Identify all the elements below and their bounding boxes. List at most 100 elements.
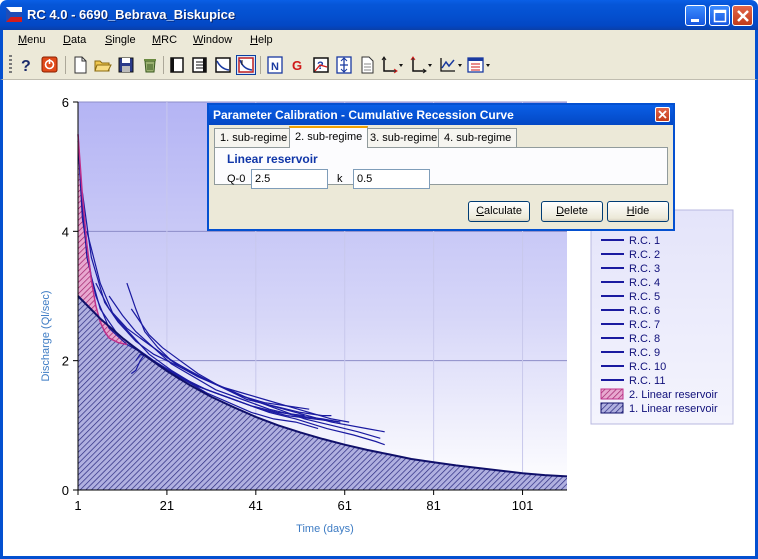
y-tick-label: 6 (62, 95, 69, 110)
new-file-button[interactable] (70, 55, 90, 75)
axes-dropdown-button[interactable] (379, 55, 405, 75)
recession-chart-icon (238, 57, 254, 73)
svg-text:N: N (271, 61, 279, 73)
legend-swatch (600, 388, 624, 400)
legend-entry-label: R.C. 2 (629, 249, 660, 261)
line-chart-dropdown-icon (440, 58, 462, 72)
dialog-title: Parameter Calibration - Cumulative Reces… (209, 105, 673, 125)
k-input[interactable] (353, 169, 430, 189)
svg-text:?: ? (21, 58, 31, 75)
menu-help[interactable]: Help (250, 34, 273, 46)
legend-entry-label: R.C. 6 (629, 305, 660, 317)
tab-sub-regime-3[interactable]: 3. sub-regime (364, 128, 444, 147)
dialog-close-button[interactable] (655, 107, 670, 122)
save-icon (118, 57, 134, 73)
recycle-button[interactable] (140, 55, 160, 75)
list-dropdown-button[interactable] (466, 55, 492, 75)
g-button[interactable]: G (288, 55, 308, 75)
y-tick-label: 4 (62, 224, 69, 239)
tab-sub-regime-4[interactable]: 4. sub-regime (438, 128, 518, 147)
toolbar: ? N G ? (0, 51, 758, 80)
axes2-dropdown-button[interactable] (408, 55, 434, 75)
legend-entry-label: R.C. 5 (629, 291, 660, 303)
tab-sub-regime-1[interactable]: 1. sub-regime (214, 128, 294, 147)
legend-entry-label: R.C. 4 (629, 277, 660, 289)
recycle-icon (144, 59, 156, 73)
document-icon (361, 56, 374, 74)
legend-entry-label: R.C. 9 (629, 347, 660, 359)
menu-data[interactable]: Data (63, 34, 86, 46)
legend-entry-label: 1. Linear reservoir (629, 403, 718, 415)
x-tick-label: 101 (512, 498, 534, 513)
stop-button[interactable] (40, 55, 60, 75)
menu-mrc[interactable]: MRC (152, 34, 177, 46)
calc-icon: N (267, 56, 283, 74)
maximize-button[interactable] (709, 5, 730, 26)
x-tick-label: 61 (337, 498, 351, 513)
y-tick-label: 2 (62, 354, 69, 369)
parameter-calibration-dialog: Parameter Calibration - Cumulative Reces… (207, 103, 675, 231)
line-chart-dropdown-button[interactable] (438, 55, 464, 75)
list-dropdown-icon (467, 57, 490, 73)
new-file-icon (74, 56, 87, 74)
question-chart-button[interactable]: ? (311, 55, 331, 75)
recession-chart-button[interactable] (236, 55, 256, 75)
axes2-dropdown-icon (410, 56, 432, 74)
x-tick-label: 1 (74, 498, 81, 513)
q0-input[interactable] (251, 169, 328, 189)
legend-entry-label: R.C. 3 (629, 263, 660, 275)
document-button[interactable] (357, 55, 377, 75)
panel-heading: Linear reservoir (227, 152, 318, 166)
menu-single[interactable]: Single (105, 34, 136, 46)
chart-button[interactable] (213, 55, 233, 75)
x-tick-label: 81 (426, 498, 440, 513)
legend-entry-label: R.C. 8 (629, 333, 660, 345)
calculate-button[interactable]: Calculate (468, 201, 530, 222)
legend-entry-label: R.C. 1 (629, 235, 660, 247)
title-bar: RC 4.0 - 6690_Bebrava_Biskupice (0, 0, 758, 30)
split-button[interactable] (334, 55, 354, 75)
menu-window[interactable]: Window (193, 34, 232, 46)
legend-entry-label: R.C. 7 (629, 319, 660, 331)
hide-button[interactable]: Hide (607, 201, 669, 222)
y-axis-label: Discharge (Ql/sec) (40, 290, 52, 381)
legend-entry-label: 2. Linear reservoir (629, 389, 718, 401)
k-label: k (337, 173, 343, 185)
page-button[interactable] (167, 55, 187, 75)
pages-button[interactable] (190, 55, 210, 75)
minimize-icon (691, 19, 699, 22)
calc-button[interactable]: N (265, 55, 285, 75)
menu-bar: Menu Data Single MRC Window Help (0, 30, 758, 51)
save-button[interactable] (116, 55, 136, 75)
split-icon (336, 56, 352, 74)
y-tick-label: 0 (62, 483, 69, 498)
app-icon (6, 7, 22, 22)
legend-entry-label: R.C. 10 (629, 361, 666, 373)
help-icon: ? (21, 58, 31, 75)
page-icon (170, 57, 184, 73)
tab-sub-regime-2[interactable]: 2. sub-regime (289, 126, 369, 148)
maximize-icon (713, 9, 727, 23)
minimize-button[interactable] (685, 5, 706, 26)
pages-icon (192, 57, 207, 73)
delete-button[interactable]: Delete (541, 201, 603, 222)
chart-icon (215, 57, 231, 73)
help-button[interactable]: ? (16, 55, 36, 75)
close-icon (658, 110, 667, 119)
g-icon: G (292, 58, 302, 73)
axes-dropdown-icon (381, 56, 403, 74)
legend-entry-label: R.C. 11 (629, 375, 665, 387)
legend: R.C. 1 R.C. 2 R.C. 3 R.C. 4 R.C. 5 R.C. 6 R.C.… (590, 209, 734, 425)
q0-label: Q-0 (227, 173, 246, 185)
x-tick-label: 21 (160, 498, 174, 513)
close-icon (737, 10, 749, 22)
x-axis-label: Time (days) (296, 523, 354, 535)
close-button[interactable] (732, 5, 753, 26)
x-tick-label: 41 (249, 498, 263, 513)
open-folder-icon (94, 60, 112, 72)
question-chart-icon: ? (313, 57, 329, 73)
menu-menu[interactable]: Menu (18, 34, 46, 46)
toolbar-grip[interactable] (9, 55, 12, 75)
open-folder-button[interactable] (93, 55, 113, 75)
legend-swatch (600, 402, 624, 414)
